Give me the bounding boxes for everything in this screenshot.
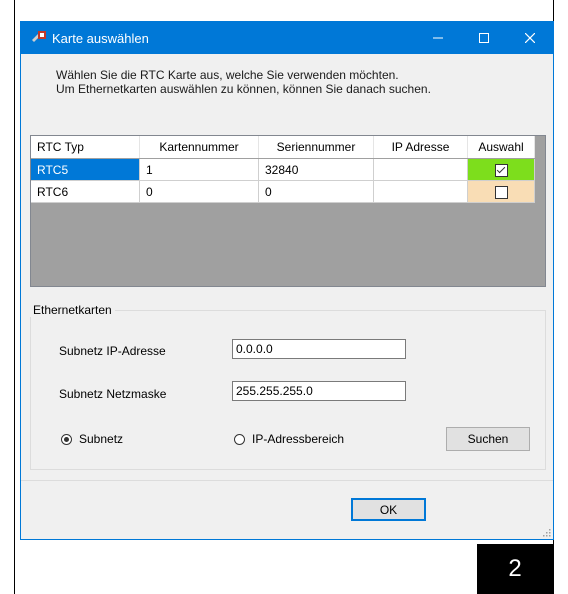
maximize-icon xyxy=(479,33,489,43)
column-header-rtc-type[interactable]: RTC Typ xyxy=(31,136,140,159)
cell-card-number[interactable]: 0 xyxy=(139,180,259,203)
radio-selected-icon xyxy=(61,433,72,445)
column-header-card-number[interactable]: Kartennummer xyxy=(139,136,259,159)
ethernet-group-title: Ethernetkarten xyxy=(30,303,115,317)
column-header-ip-address[interactable]: IP Adresse xyxy=(373,136,468,159)
table-row[interactable]: RTC5 1 32840 xyxy=(31,158,535,181)
selection-checkbox-checked[interactable] xyxy=(494,163,508,177)
rtc-card-grid[interactable]: RTC Typ Kartennummer Seriennummer IP Adr… xyxy=(30,135,546,287)
window-title: Karte auswählen xyxy=(52,31,149,46)
close-button[interactable] xyxy=(507,22,553,54)
subnet-ip-input[interactable] xyxy=(232,339,406,359)
step-number-badge: 2 xyxy=(477,544,553,594)
close-icon xyxy=(525,33,535,43)
subnet-mask-label: Subnetz Netzmaske xyxy=(59,387,167,401)
maximize-button[interactable] xyxy=(461,22,507,54)
instruction-line-2: Um Ethernetkarten auswählen zu können, k… xyxy=(56,82,431,96)
app-icon xyxy=(32,31,46,42)
footer-separator xyxy=(21,480,553,481)
cell-selection[interactable] xyxy=(467,158,535,181)
instruction-text: Wählen Sie die RTC Karte aus, welche Sie… xyxy=(56,68,431,96)
subnet-mask-input[interactable] xyxy=(232,381,406,401)
table-row[interactable]: RTC6 0 0 xyxy=(31,180,535,203)
subnet-ip-label: Subnetz IP-Adresse xyxy=(59,344,166,358)
card-select-dialog: Karte auswählen Wählen Sie die RTC Karte… xyxy=(20,21,554,540)
frame-line-left xyxy=(14,0,15,594)
radio-subnet[interactable]: Subnetz xyxy=(61,432,123,446)
selection-checkbox-unchecked[interactable] xyxy=(494,185,508,199)
minimize-button[interactable] xyxy=(415,22,461,54)
resize-grip-icon[interactable] xyxy=(541,527,551,537)
grid-header-row: RTC Typ Kartennummer Seriennummer IP Adr… xyxy=(31,136,535,159)
cell-rtc-type[interactable]: RTC5 xyxy=(31,158,140,181)
title-bar[interactable]: Karte auswählen xyxy=(21,22,553,54)
radio-subnet-label: Subnetz xyxy=(79,432,124,446)
search-button[interactable]: Suchen xyxy=(446,427,530,451)
radio-unselected-icon xyxy=(234,433,245,445)
cell-selection[interactable] xyxy=(467,180,535,203)
cell-serial-number[interactable]: 0 xyxy=(258,180,374,203)
radio-ip-range-label: IP-Adressbereich xyxy=(252,432,345,446)
ok-button[interactable]: OK xyxy=(351,498,426,521)
cell-ip-address[interactable] xyxy=(373,180,468,203)
cell-rtc-type[interactable]: RTC6 xyxy=(31,180,140,203)
column-header-serial-number[interactable]: Seriennummer xyxy=(258,136,374,159)
radio-ip-range[interactable]: IP-Adressbereich xyxy=(234,432,344,446)
cell-serial-number[interactable]: 32840 xyxy=(258,158,374,181)
minimize-icon xyxy=(433,37,443,39)
cell-ip-address[interactable] xyxy=(373,158,468,181)
column-header-selection[interactable]: Auswahl xyxy=(467,136,535,159)
cell-card-number[interactable]: 1 xyxy=(139,158,259,181)
instruction-line-1: Wählen Sie die RTC Karte aus, welche Sie… xyxy=(56,68,399,82)
